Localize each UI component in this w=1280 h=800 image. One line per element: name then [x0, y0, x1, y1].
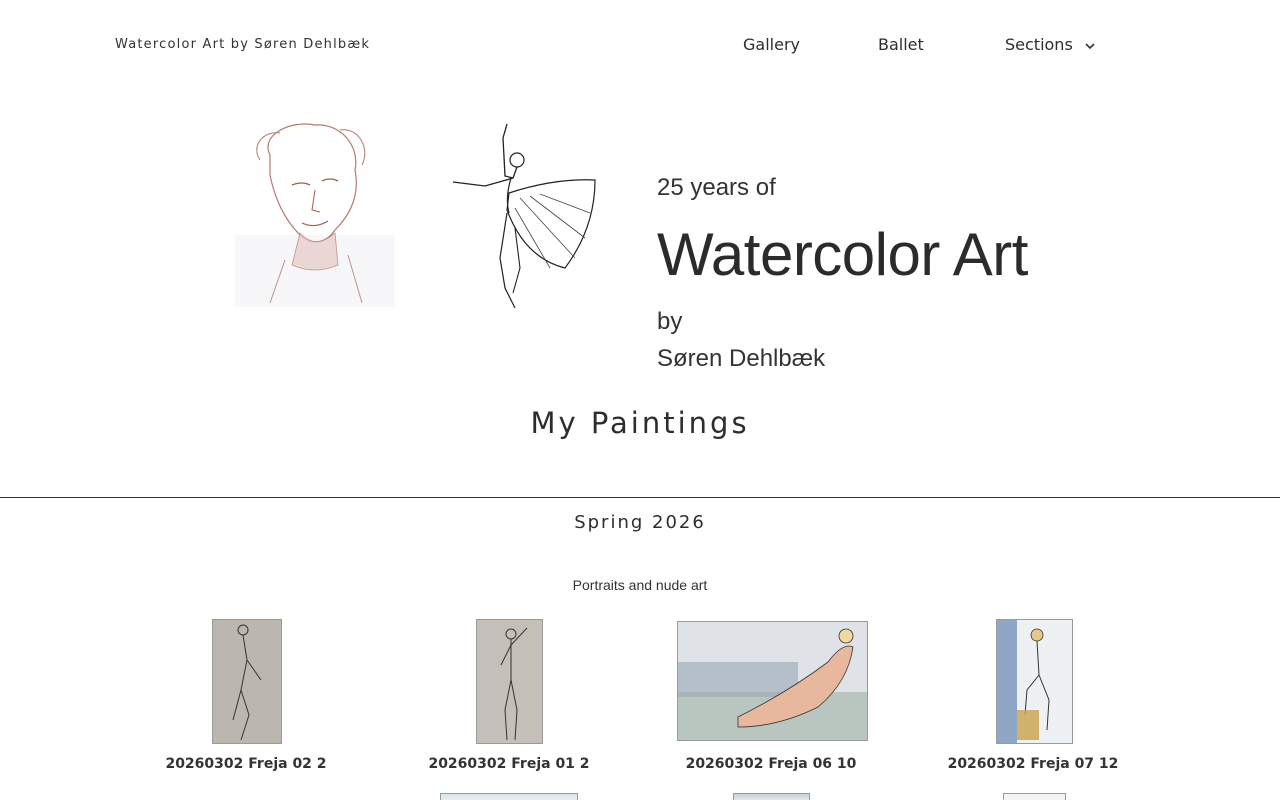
painting-thumbnail[interactable] — [476, 619, 543, 744]
hero-artist-name: Søren Dehlbæk — [657, 345, 826, 372]
gallery-subheading: Portraits and nude art — [572, 577, 708, 593]
portrait-sketch-image — [230, 115, 398, 309]
painting-caption[interactable]: 20260302 Freja 06 10 — [641, 756, 901, 772]
divider — [0, 497, 1280, 498]
chevron-down-icon — [1085, 42, 1095, 49]
season-heading: Spring 2026 — [574, 512, 706, 533]
painting-caption[interactable]: 20260302 Freja 01 2 — [379, 756, 639, 772]
painting-thumbnail[interactable] — [996, 619, 1073, 744]
nav-item-ballet[interactable]: Ballet — [878, 35, 924, 55]
hero-title: Watercolor Art — [657, 221, 1028, 288]
main-nav: Gallery Ballet Sections — [0, 35, 1280, 57]
painting-caption[interactable]: 20260302 Freja 07 12 — [903, 756, 1163, 772]
hero-line-years: 25 years of — [657, 174, 776, 201]
nav-item-sections-label: Sections — [1005, 35, 1073, 54]
section-title: My Paintings — [530, 406, 750, 440]
painting-caption[interactable]: 20260302 Freja 02 2 — [116, 756, 376, 772]
painting-thumbnail[interactable] — [212, 619, 282, 744]
hero-line-by: by — [657, 308, 683, 335]
painting-thumbnail[interactable] — [733, 793, 810, 800]
ballet-dancer-sketch-image — [445, 118, 607, 316]
nav-item-sections[interactable]: Sections — [1005, 35, 1096, 55]
painting-thumbnail[interactable] — [677, 621, 868, 741]
nav-item-gallery[interactable]: Gallery — [743, 35, 800, 55]
painting-thumbnail[interactable] — [440, 793, 578, 800]
painting-thumbnail[interactable] — [1003, 793, 1066, 800]
